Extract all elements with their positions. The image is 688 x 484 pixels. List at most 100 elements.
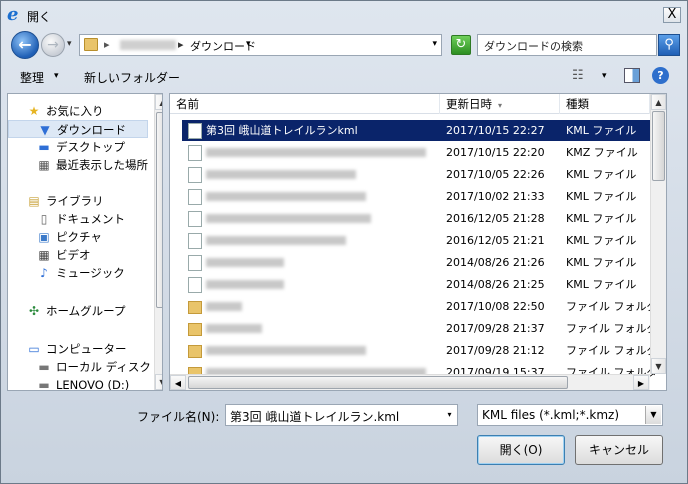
file-type: KML ファイル (566, 234, 637, 247)
column-date[interactable]: 更新日時 ▾ (440, 94, 560, 114)
file-row[interactable]: 2017/10/15 22:20 KMZ ファイル (182, 142, 666, 163)
scroll-down-button[interactable]: ▼ (155, 374, 162, 390)
filename-label: ファイル名(N): (137, 410, 220, 424)
file-type: KML ファイル (566, 190, 637, 203)
close-button[interactable]: X (663, 7, 681, 23)
search-button[interactable]: ⚲ (658, 34, 680, 56)
file-row[interactable]: 2017/09/28 21:12 ファイル フォルダー (182, 340, 666, 361)
homegroup-icon: ✣ (28, 304, 40, 318)
scroll-up-button[interactable]: ▲ (651, 94, 666, 110)
view-dropdown-icon[interactable]: ▾ (602, 71, 607, 81)
file-icon (188, 145, 202, 161)
scroll-thumb[interactable] (156, 112, 162, 308)
file-name-redacted (206, 236, 346, 245)
local-disk-icon: ▬ (38, 360, 50, 374)
file-name-redacted (206, 258, 284, 267)
nav-item[interactable]: ✣ ホームグループ (8, 302, 148, 320)
file-row[interactable]: 第3回 峨山道トレイルランkml 2017/10/15 22:27 KML ファイル (182, 120, 666, 141)
file-row[interactable]: 2014/08/26 21:25 KML ファイル (182, 274, 666, 295)
nav-item[interactable]: ▬ LENOVO (D:) (8, 376, 148, 391)
hscroll-thumb[interactable] (188, 376, 568, 389)
nav-item-label: ホームグループ (46, 304, 126, 318)
scroll-right-button[interactable]: ▶ (633, 375, 649, 390)
file-date: 2017/10/05 22:26 (446, 168, 545, 181)
scroll-up-button[interactable]: ▲ (155, 94, 162, 110)
forward-button[interactable]: → (41, 33, 65, 57)
file-row[interactable]: 2017/10/02 21:33 KML ファイル (182, 186, 666, 207)
filename-input[interactable]: 第3回 峨山道トレイルラン.kml (225, 404, 458, 426)
file-type-filter[interactable]: KML files (*.kml;*.kmz) ▼ (477, 404, 663, 426)
nav-item[interactable]: ▬ デスクトップ (8, 138, 148, 156)
view-icon[interactable]: ☷ (572, 68, 590, 84)
address-bar[interactable]: ▸ ▸ ダウンロード ▾ ▾ (79, 34, 442, 56)
scroll-thumb[interactable] (652, 111, 665, 181)
file-name: 第3回 峨山道トレイルランkml (206, 124, 358, 137)
desktop-icon: ▬ (38, 140, 50, 154)
ie-app-icon: e (7, 4, 19, 25)
breadcrumb-user-redacted[interactable] (120, 40, 176, 50)
nav-item-label: デスクトップ (56, 140, 125, 154)
close-icon: X (667, 7, 677, 22)
nav-item[interactable]: ▬ ローカル ディスク (C (8, 358, 162, 376)
nav-item[interactable]: ▯ ドキュメント (8, 210, 148, 228)
chevron-down-icon[interactable]: ▼ (645, 406, 661, 424)
file-row[interactable]: 2017/09/28 21:37 ファイル フォルダー (182, 318, 666, 339)
nav-item[interactable]: ♪ ミュージック (8, 264, 148, 282)
file-type: KML ファイル (566, 256, 637, 269)
help-icon[interactable]: ? (652, 67, 669, 84)
column-type[interactable]: 種類 (560, 94, 650, 114)
nav-item[interactable]: ▦ ビデオ (8, 246, 148, 264)
cancel-button[interactable]: キャンセル (575, 435, 663, 465)
star-icon: ★ (28, 104, 40, 118)
file-icon (188, 167, 202, 183)
nav-item[interactable]: ▭ コンピューター (8, 340, 148, 358)
nav-item[interactable]: ▣ ピクチャ (8, 228, 148, 246)
file-row[interactable]: 2016/12/05 21:21 KML ファイル (182, 230, 666, 251)
column-header: 名前 更新日時 ▾ 種類 (170, 94, 666, 114)
file-list: 名前 更新日時 ▾ 種類 第3回 峨山道トレイルランkml 2017/10/15 2… (169, 93, 667, 391)
nav-item-label: LENOVO (D:) (56, 378, 130, 391)
search-icon: ⚲ (664, 37, 674, 52)
organize-button[interactable]: 整理 (20, 69, 44, 86)
file-list-vscrollbar[interactable]: ▲ ▼ (650, 94, 666, 374)
address-dropdown-icon[interactable]: ▾ (432, 39, 437, 49)
file-icon (188, 123, 202, 139)
file-name-redacted (206, 170, 356, 179)
file-row[interactable]: 2014/08/26 21:26 KML ファイル (182, 252, 666, 273)
back-button[interactable]: ← (11, 31, 39, 59)
computer-icon: ▭ (28, 342, 40, 356)
filename-dropdown-icon[interactable]: ▾ (442, 405, 457, 425)
file-row[interactable]: 2017/10/08 22:50 ファイル フォルダー (182, 296, 666, 317)
recent-pages-dropdown[interactable]: ▾ (67, 39, 72, 49)
breadcrumb-separator[interactable]: ▸ (178, 38, 184, 51)
file-name-redacted (206, 148, 426, 157)
nav-item[interactable]: ▤ ライブラリ (8, 192, 148, 210)
column-name[interactable]: 名前 (170, 94, 440, 114)
open-button[interactable]: 開く(O) (477, 435, 565, 465)
nav-item-label: ドキュメント (56, 212, 125, 226)
scroll-down-button[interactable]: ▼ (651, 358, 666, 374)
file-row[interactable]: 2017/10/05 22:26 KML ファイル (182, 164, 666, 185)
nav-item-label: ダウンロード (57, 123, 126, 137)
file-list-hscrollbar[interactable]: ◀ ▶ (170, 374, 650, 390)
search-input[interactable]: ダウンロードの検索 (477, 34, 657, 56)
file-type-filter-value: KML files (*.kml;*.kmz) (482, 408, 620, 422)
nav-item[interactable]: ▦ 最近表示した場所 (8, 156, 148, 174)
file-name-redacted (206, 280, 284, 289)
refresh-button[interactable]: ↻ (451, 35, 471, 55)
breadcrumb-root-arrow[interactable]: ▸ (104, 38, 110, 51)
column-name-label: 名前 (176, 97, 199, 111)
nav-item[interactable]: ▼ ダウンロード (8, 120, 148, 138)
file-row[interactable]: 2016/12/05 21:28 KML ファイル (182, 208, 666, 229)
arrow-left-icon: ← (18, 35, 32, 54)
nav-item[interactable]: ★ お気に入り (8, 102, 148, 120)
breadcrumb-downloads-arrow[interactable]: ▾ (246, 39, 251, 49)
preview-pane-icon[interactable] (624, 68, 640, 83)
file-date: 2017/10/02 21:33 (446, 190, 545, 203)
nav-scrollbar[interactable]: ▲ ▼ (154, 94, 162, 390)
scroll-left-button[interactable]: ◀ (170, 375, 186, 390)
file-type: KML ファイル (566, 168, 637, 181)
chevron-down-icon[interactable]: ▾ (54, 71, 59, 81)
new-folder-button[interactable]: 新しいフォルダー (84, 69, 180, 86)
file-date: 2016/12/05 21:28 (446, 212, 545, 225)
